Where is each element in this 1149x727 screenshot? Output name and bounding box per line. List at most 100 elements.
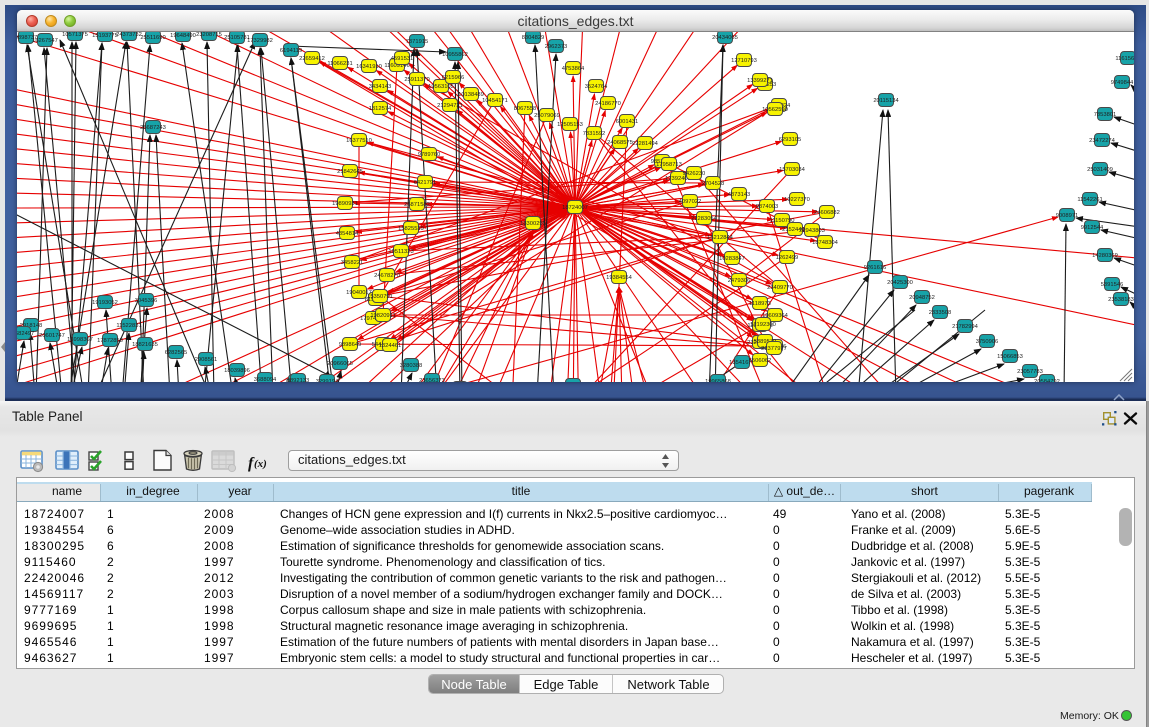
svg-text:6001431: 6001431	[616, 119, 639, 125]
svg-text:5391546: 5391546	[1101, 282, 1124, 288]
svg-text:8304829: 8304829	[522, 35, 545, 41]
svg-text:17872858: 17872858	[97, 338, 123, 344]
svg-text:3750906: 3750906	[976, 339, 999, 345]
svg-text:22281494: 22281494	[632, 141, 659, 147]
svg-text:19227370: 19227370	[784, 197, 810, 203]
svg-text:25911370: 25911370	[404, 77, 429, 83]
svg-text:15066853: 15066853	[997, 354, 1023, 360]
svg-text:18039896: 18039896	[224, 368, 250, 374]
svg-text:10955862: 10955862	[442, 52, 468, 58]
svg-text:11542261: 11542261	[1077, 197, 1102, 203]
svg-text:16267547: 16267547	[32, 38, 58, 44]
svg-text:16341910: 16341910	[356, 64, 382, 70]
svg-text:16998367: 16998367	[67, 337, 93, 343]
svg-text:25105781: 25105781	[224, 35, 250, 41]
svg-text:14280369: 14280369	[1092, 253, 1118, 259]
svg-text:23057783: 23057783	[1017, 369, 1043, 375]
svg-text:19511323: 19511323	[388, 249, 413, 255]
svg-text:8892133: 8892133	[287, 378, 310, 382]
svg-text:19193052: 19193052	[92, 300, 118, 306]
svg-text:24068575: 24068575	[607, 140, 633, 146]
svg-text:24678270: 24678270	[374, 273, 400, 279]
svg-text:24373732: 24373732	[116, 32, 142, 38]
svg-text:4097022: 4097022	[679, 199, 702, 205]
svg-text:15212844: 15212844	[707, 235, 734, 241]
svg-text:9426230: 9426230	[683, 171, 706, 177]
svg-text:7853801: 7853801	[1094, 112, 1117, 118]
svg-text:16377510: 16377510	[346, 138, 372, 144]
svg-text:9898649: 9898649	[339, 342, 362, 348]
svg-text:19890931: 19890931	[332, 201, 358, 207]
svg-text:25031409: 25031409	[1087, 167, 1113, 173]
svg-text:23208715: 23208715	[196, 32, 222, 38]
svg-text:11066231: 11066231	[327, 61, 352, 67]
svg-text:23409770: 23409770	[767, 285, 793, 291]
svg-text:24186770: 24186770	[595, 101, 621, 107]
svg-text:20115134: 20115134	[873, 98, 899, 104]
svg-text:6194119: 6194119	[280, 48, 302, 54]
svg-text:1118973: 1118973	[749, 301, 771, 307]
svg-text:22283054: 22283054	[691, 216, 718, 222]
svg-text:6215966: 6215966	[442, 75, 465, 81]
svg-text:12505153: 12505153	[557, 122, 583, 128]
svg-text:17329982: 17329982	[247, 38, 273, 44]
svg-text:20434065: 20434065	[712, 35, 738, 41]
svg-text:9749844: 9749844	[1111, 80, 1134, 86]
svg-text:6421791: 6421791	[414, 180, 437, 186]
svg-text:19384554: 19384554	[606, 275, 633, 281]
svg-text:9912544: 9912544	[1081, 225, 1104, 231]
svg-text:25687243: 25687243	[140, 125, 166, 131]
svg-text:5506062: 5506062	[749, 358, 772, 364]
svg-text:11522831: 11522831	[116, 323, 141, 329]
svg-text:25871582: 25871582	[404, 202, 430, 208]
svg-text:18300295: 18300295	[520, 221, 546, 227]
svg-text:3434143: 3434143	[369, 84, 392, 90]
svg-text:24606882: 24606882	[814, 210, 840, 216]
svg-text:1312574: 1312574	[369, 106, 392, 112]
svg-text:15193775: 15193775	[92, 33, 118, 39]
svg-text:10454171: 10454171	[482, 98, 508, 104]
svg-text:25079069: 25079069	[534, 113, 560, 119]
svg-text:6293105: 6293105	[779, 137, 802, 143]
svg-text:4873143: 4873143	[728, 192, 751, 198]
svg-text:21782994: 21782994	[952, 324, 979, 330]
svg-text:2682497: 2682497	[17, 331, 34, 337]
svg-text:2908561: 2908561	[195, 357, 218, 363]
svg-text:18724007: 18724007	[562, 205, 588, 211]
svg-text:7371915: 7371915	[406, 39, 429, 45]
svg-text:2704528: 2704528	[702, 181, 725, 187]
svg-text:19820911: 19820911	[370, 313, 395, 319]
svg-text:3280388: 3280388	[400, 363, 423, 369]
svg-text:1262499: 1262499	[776, 255, 799, 261]
svg-text:18748304: 18748304	[812, 240, 839, 246]
svg-text:3458221: 3458221	[341, 260, 364, 266]
svg-text:3045396: 3045396	[135, 298, 158, 304]
svg-text:23472274: 23472274	[1089, 138, 1116, 144]
svg-text:4753864: 4753864	[562, 66, 585, 72]
svg-text:6282565: 6282565	[165, 350, 188, 356]
svg-text:4591531: 4591531	[391, 56, 414, 62]
svg-text:20948752: 20948752	[909, 295, 935, 301]
svg-text:2479306: 2479306	[728, 278, 751, 284]
svg-text:13399271: 13399271	[747, 78, 773, 84]
svg-text:9261616: 9261616	[864, 265, 887, 271]
svg-text:19563105: 19563105	[428, 84, 454, 90]
svg-text:15825539: 15825539	[398, 226, 424, 232]
svg-text:8067558: 8067558	[514, 106, 537, 112]
svg-text:9874003: 9874003	[756, 204, 779, 210]
svg-text:10283847: 10283847	[719, 256, 745, 262]
svg-text:2333508: 2333508	[929, 310, 952, 316]
svg-text:15703034: 15703034	[779, 167, 806, 173]
svg-text:23538183: 23538183	[1108, 297, 1134, 303]
svg-text:22659412: 22659412	[299, 56, 325, 62]
svg-text:19648490: 19648490	[170, 33, 196, 39]
svg-text:22943803: 22943803	[799, 228, 825, 234]
svg-text:20966065: 20966065	[327, 361, 353, 367]
svg-text:25511690: 25511690	[140, 35, 165, 41]
svg-text:20601747: 20601747	[39, 333, 65, 339]
svg-text:4354814: 4354814	[336, 231, 359, 237]
svg-text:15350791: 15350791	[367, 294, 393, 300]
svg-text:(x): (x)	[254, 458, 267, 470]
svg-text:12192300: 12192300	[750, 322, 776, 328]
svg-text:10138489: 10138489	[458, 92, 484, 98]
